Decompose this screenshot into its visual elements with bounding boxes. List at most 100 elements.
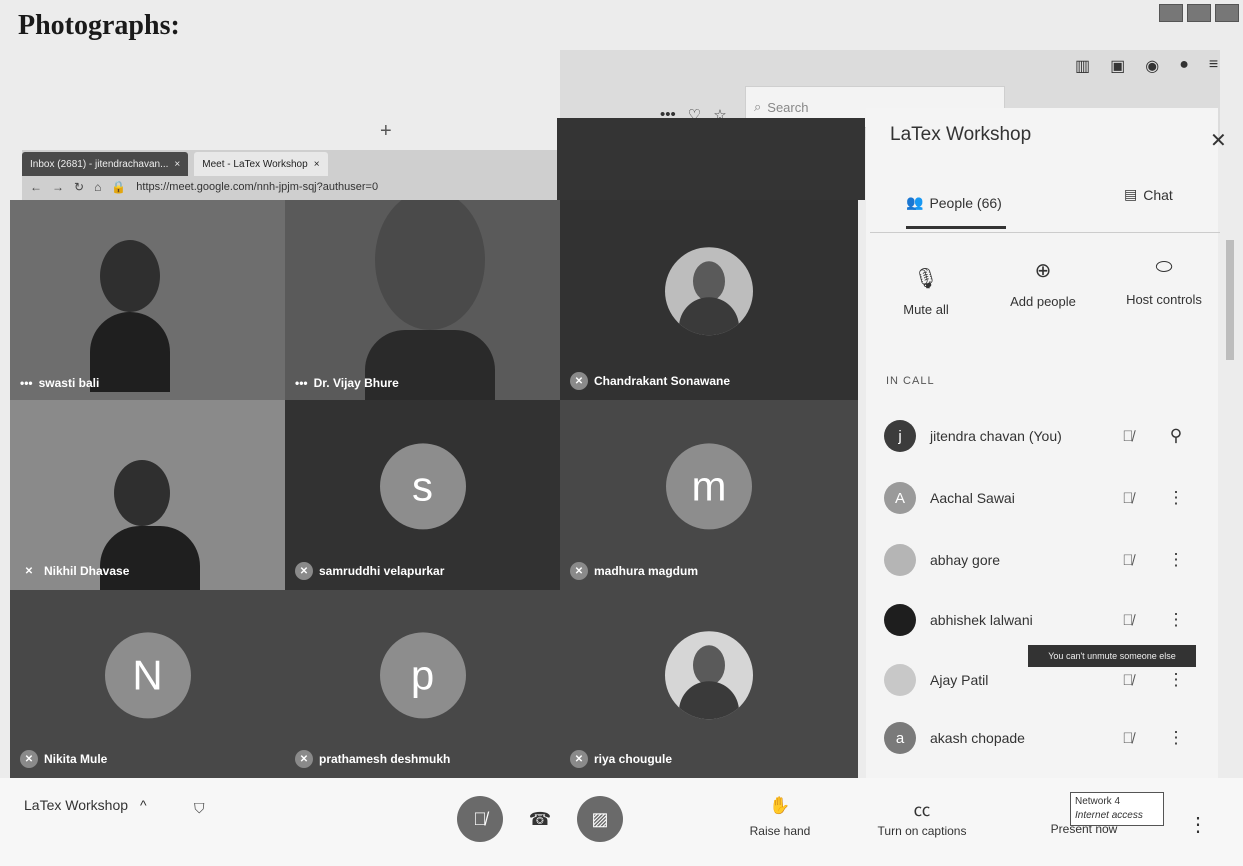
mic-off-icon: ✕ [570, 750, 588, 768]
avatar: m [666, 443, 752, 530]
participant-photo [665, 247, 753, 336]
more-vert-icon[interactable]: ⋮ [1156, 728, 1196, 748]
mic-off-icon[interactable]: 🎙̸ [1100, 552, 1156, 569]
search-placeholder: Search [767, 99, 809, 115]
mic-off-icon[interactable]: 🎙̸ [1100, 428, 1156, 445]
avatar [884, 544, 916, 576]
tab-chat-label: Chat [1143, 186, 1173, 203]
close-window-button[interactable] [1215, 4, 1239, 22]
meeting-details-button[interactable]: LaTex Workshop ^ [24, 797, 147, 813]
video-tile[interactable]: N ✕ Nikita Mule [10, 590, 285, 778]
close-icon[interactable]: × [174, 159, 180, 170]
raise-hand-button[interactable]: ✋ Raise hand [740, 796, 820, 838]
maximize-button[interactable] [1187, 4, 1211, 22]
participant-row[interactable]: abhishek lalwani 🎙̸ ⋮ [884, 600, 1214, 640]
panel-divider [870, 232, 1220, 233]
captions-icon: ㏄ [913, 801, 931, 820]
close-panel-icon[interactable]: ✕ [1210, 128, 1227, 153]
back-icon[interactable]: ← [30, 180, 42, 194]
participant-row[interactable]: abhay gore 🎙̸ ⋮ [884, 540, 1214, 580]
chevron-up-icon: ^ [140, 797, 147, 813]
new-tab-button[interactable]: + [380, 120, 392, 143]
shield-icon[interactable]: ⛉ [194, 800, 205, 817]
leave-call-button[interactable]: ☎ [517, 796, 563, 842]
captions-button[interactable]: ㏄ Turn on captions [862, 796, 982, 838]
mic-off-icon: ✕ [20, 750, 38, 768]
participant-row[interactable]: a akash chopade 🎙̸ ⋮ [884, 718, 1214, 758]
video-tile[interactable]: ••• Dr. Vijay Bhure [285, 200, 560, 400]
reload-icon[interactable]: ↻ [74, 180, 84, 194]
tab-chat[interactable]: ▤ Chat [1124, 186, 1173, 203]
tab-people-label: People (66) [929, 194, 1002, 211]
url-field[interactable]: https://meet.google.com/nnh-jpjm-sqj?aut… [136, 181, 378, 193]
tab-inbox[interactable]: Inbox (2681) - jitendrachavan... × [22, 152, 189, 176]
participant-name: akash chopade [930, 730, 1025, 746]
close-icon[interactable]: × [314, 159, 320, 170]
participant-name: Ajay Patil [930, 672, 989, 688]
more-vert-icon[interactable]: ⋮ [1156, 550, 1196, 570]
participant-name: Aachal Sawai [930, 490, 1015, 506]
tab-people[interactable]: 👥 People (66) [906, 194, 1002, 211]
avatar: s [379, 443, 466, 530]
host-controls-label: Host controls [1126, 292, 1202, 307]
chat-icon: ▤ [1124, 186, 1138, 202]
participant-name: Nikita Mule [44, 752, 108, 766]
section-heading: IN CALL [886, 375, 935, 387]
video-tile[interactable]: ✕ Chandrakant Sonawane [560, 200, 858, 400]
video-tile[interactable]: m ✕ madhura magdum [560, 400, 858, 590]
video-tile[interactable]: s ✕ samruddhi velapurkar [285, 400, 560, 590]
avatar: a [884, 722, 916, 754]
participant-name: abhay gore [930, 552, 1001, 568]
tab-strip: Inbox (2681) - jitendrachavan... × Meet … [22, 152, 328, 176]
captions-label: Turn on captions [877, 824, 967, 838]
mic-off-icon: ✕ [570, 562, 588, 580]
minimize-button[interactable] [1159, 4, 1183, 22]
add-person-icon: ⊕ [1034, 260, 1052, 282]
window-controls [1159, 4, 1239, 22]
url-bar: ← → ↻ ⌂ 🔒 https://meet.google.com/nnh-jp… [30, 180, 378, 194]
avatar [884, 604, 916, 636]
video-tile[interactable]: ✕ Nikhil Dhavase [10, 400, 285, 590]
more-vert-icon[interactable]: ⋮ [1156, 670, 1196, 690]
video-tile[interactable]: ••• swasti bali [10, 200, 285, 400]
menu-icon[interactable]: ≡ [1209, 56, 1218, 76]
more-vert-icon[interactable]: ⋮ [1188, 812, 1208, 837]
participant-name: Dr. Vijay Bhure [313, 376, 399, 390]
toolbar-icons: ▥ ▣ ◉ ● ≡ [1075, 56, 1218, 76]
add-people-button[interactable]: ⊕ Add people [983, 258, 1103, 309]
more-vert-icon[interactable]: ⋮ [1156, 488, 1196, 508]
mic-off-icon[interactable]: 🎙̸ [1100, 490, 1156, 507]
avatar: p [379, 632, 466, 719]
mic-off-icon[interactable]: 🎙̸ [1100, 730, 1156, 747]
panel-scrollbar[interactable] [1226, 240, 1234, 360]
library-icon[interactable]: ▥ [1075, 56, 1090, 76]
raise-hand-label: Raise hand [749, 824, 811, 838]
tab-meet-label: Meet - LaTex Workshop [202, 158, 308, 170]
more-icon: ••• [295, 376, 308, 390]
participant-name: riya chougule [594, 752, 673, 766]
participant-name: swasti bali [38, 376, 100, 390]
participant-name: jitendra chavan (You) [930, 428, 1062, 444]
document-heading: Photographs: [18, 10, 180, 41]
mute-all-button[interactable]: 🎙 Mute all [866, 266, 986, 317]
more-vert-icon[interactable]: ⋮ [1156, 610, 1196, 630]
mic-off-icon[interactable]: 🎙̸ [1100, 612, 1156, 629]
account-icon[interactable]: ● [1179, 56, 1189, 76]
participant-row[interactable]: A Aachal Sawai 🎙̸ ⋮ [884, 478, 1214, 518]
forward-icon[interactable]: → [52, 180, 64, 194]
video-tile[interactable]: ✕ riya chougule [560, 590, 858, 778]
pin-icon[interactable]: ⚲ [1156, 426, 1196, 446]
host-controls-button[interactable]: ⬭ Host controls [1104, 256, 1224, 307]
sidebar-icon[interactable]: ▣ [1110, 56, 1125, 76]
panel-title: LaTex Workshop [890, 124, 1032, 145]
mic-off-icon: 🎙 [913, 268, 939, 290]
tab-meet[interactable]: Meet - LaTex Workshop × [194, 152, 328, 176]
participant-row[interactable]: j jitendra chavan (You) 🎙̸ ⚲ [884, 416, 1214, 456]
home-icon[interactable]: ⌂ [94, 180, 101, 194]
video-tile[interactable]: p ✕ prathamesh deshmukh [285, 590, 560, 778]
meeting-name: LaTex Workshop [24, 797, 129, 813]
extension-icon[interactable]: ◉ [1145, 56, 1159, 76]
mic-toggle-button[interactable]: 🎙̸ [457, 796, 503, 842]
camera-toggle-button[interactable]: ▨ [577, 796, 623, 842]
mic-off-icon[interactable]: 🎙̸ [1100, 672, 1156, 689]
